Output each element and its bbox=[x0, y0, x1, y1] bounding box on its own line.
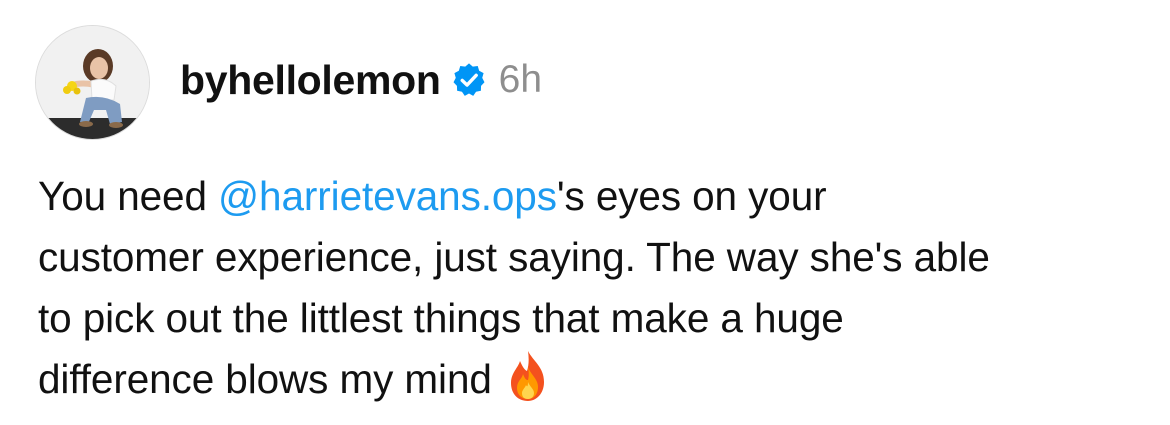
caption-text: difference blows my mind bbox=[38, 356, 492, 402]
caption-line-1: You need @harrietevans.ops's eyes on you… bbox=[38, 166, 1153, 227]
mention-link[interactable]: @harrietevans.ops bbox=[218, 173, 557, 219]
profile-photo-avatar-icon bbox=[36, 26, 149, 139]
post-timestamp: 6h bbox=[498, 58, 543, 101]
fire-icon bbox=[506, 349, 550, 403]
avatar[interactable] bbox=[35, 25, 150, 140]
verified-badge-icon bbox=[451, 62, 487, 98]
caption-text: You need bbox=[38, 173, 219, 219]
post-caption: You need @harrietevans.ops's eyes on you… bbox=[38, 166, 1153, 410]
caption-text: 's eyes on your bbox=[556, 173, 827, 219]
caption-line-2: customer experience, just saying. The wa… bbox=[38, 234, 990, 280]
post-header: byhellolemon 6h bbox=[180, 52, 542, 108]
username[interactable]: byhellolemon bbox=[180, 57, 441, 104]
caption-line-4: difference blows my mind bbox=[38, 349, 1153, 410]
threads-post: byhellolemon 6h You need @harrietevans.o… bbox=[0, 0, 1170, 425]
caption-line-3: to pick out the littlest things that mak… bbox=[38, 295, 844, 341]
